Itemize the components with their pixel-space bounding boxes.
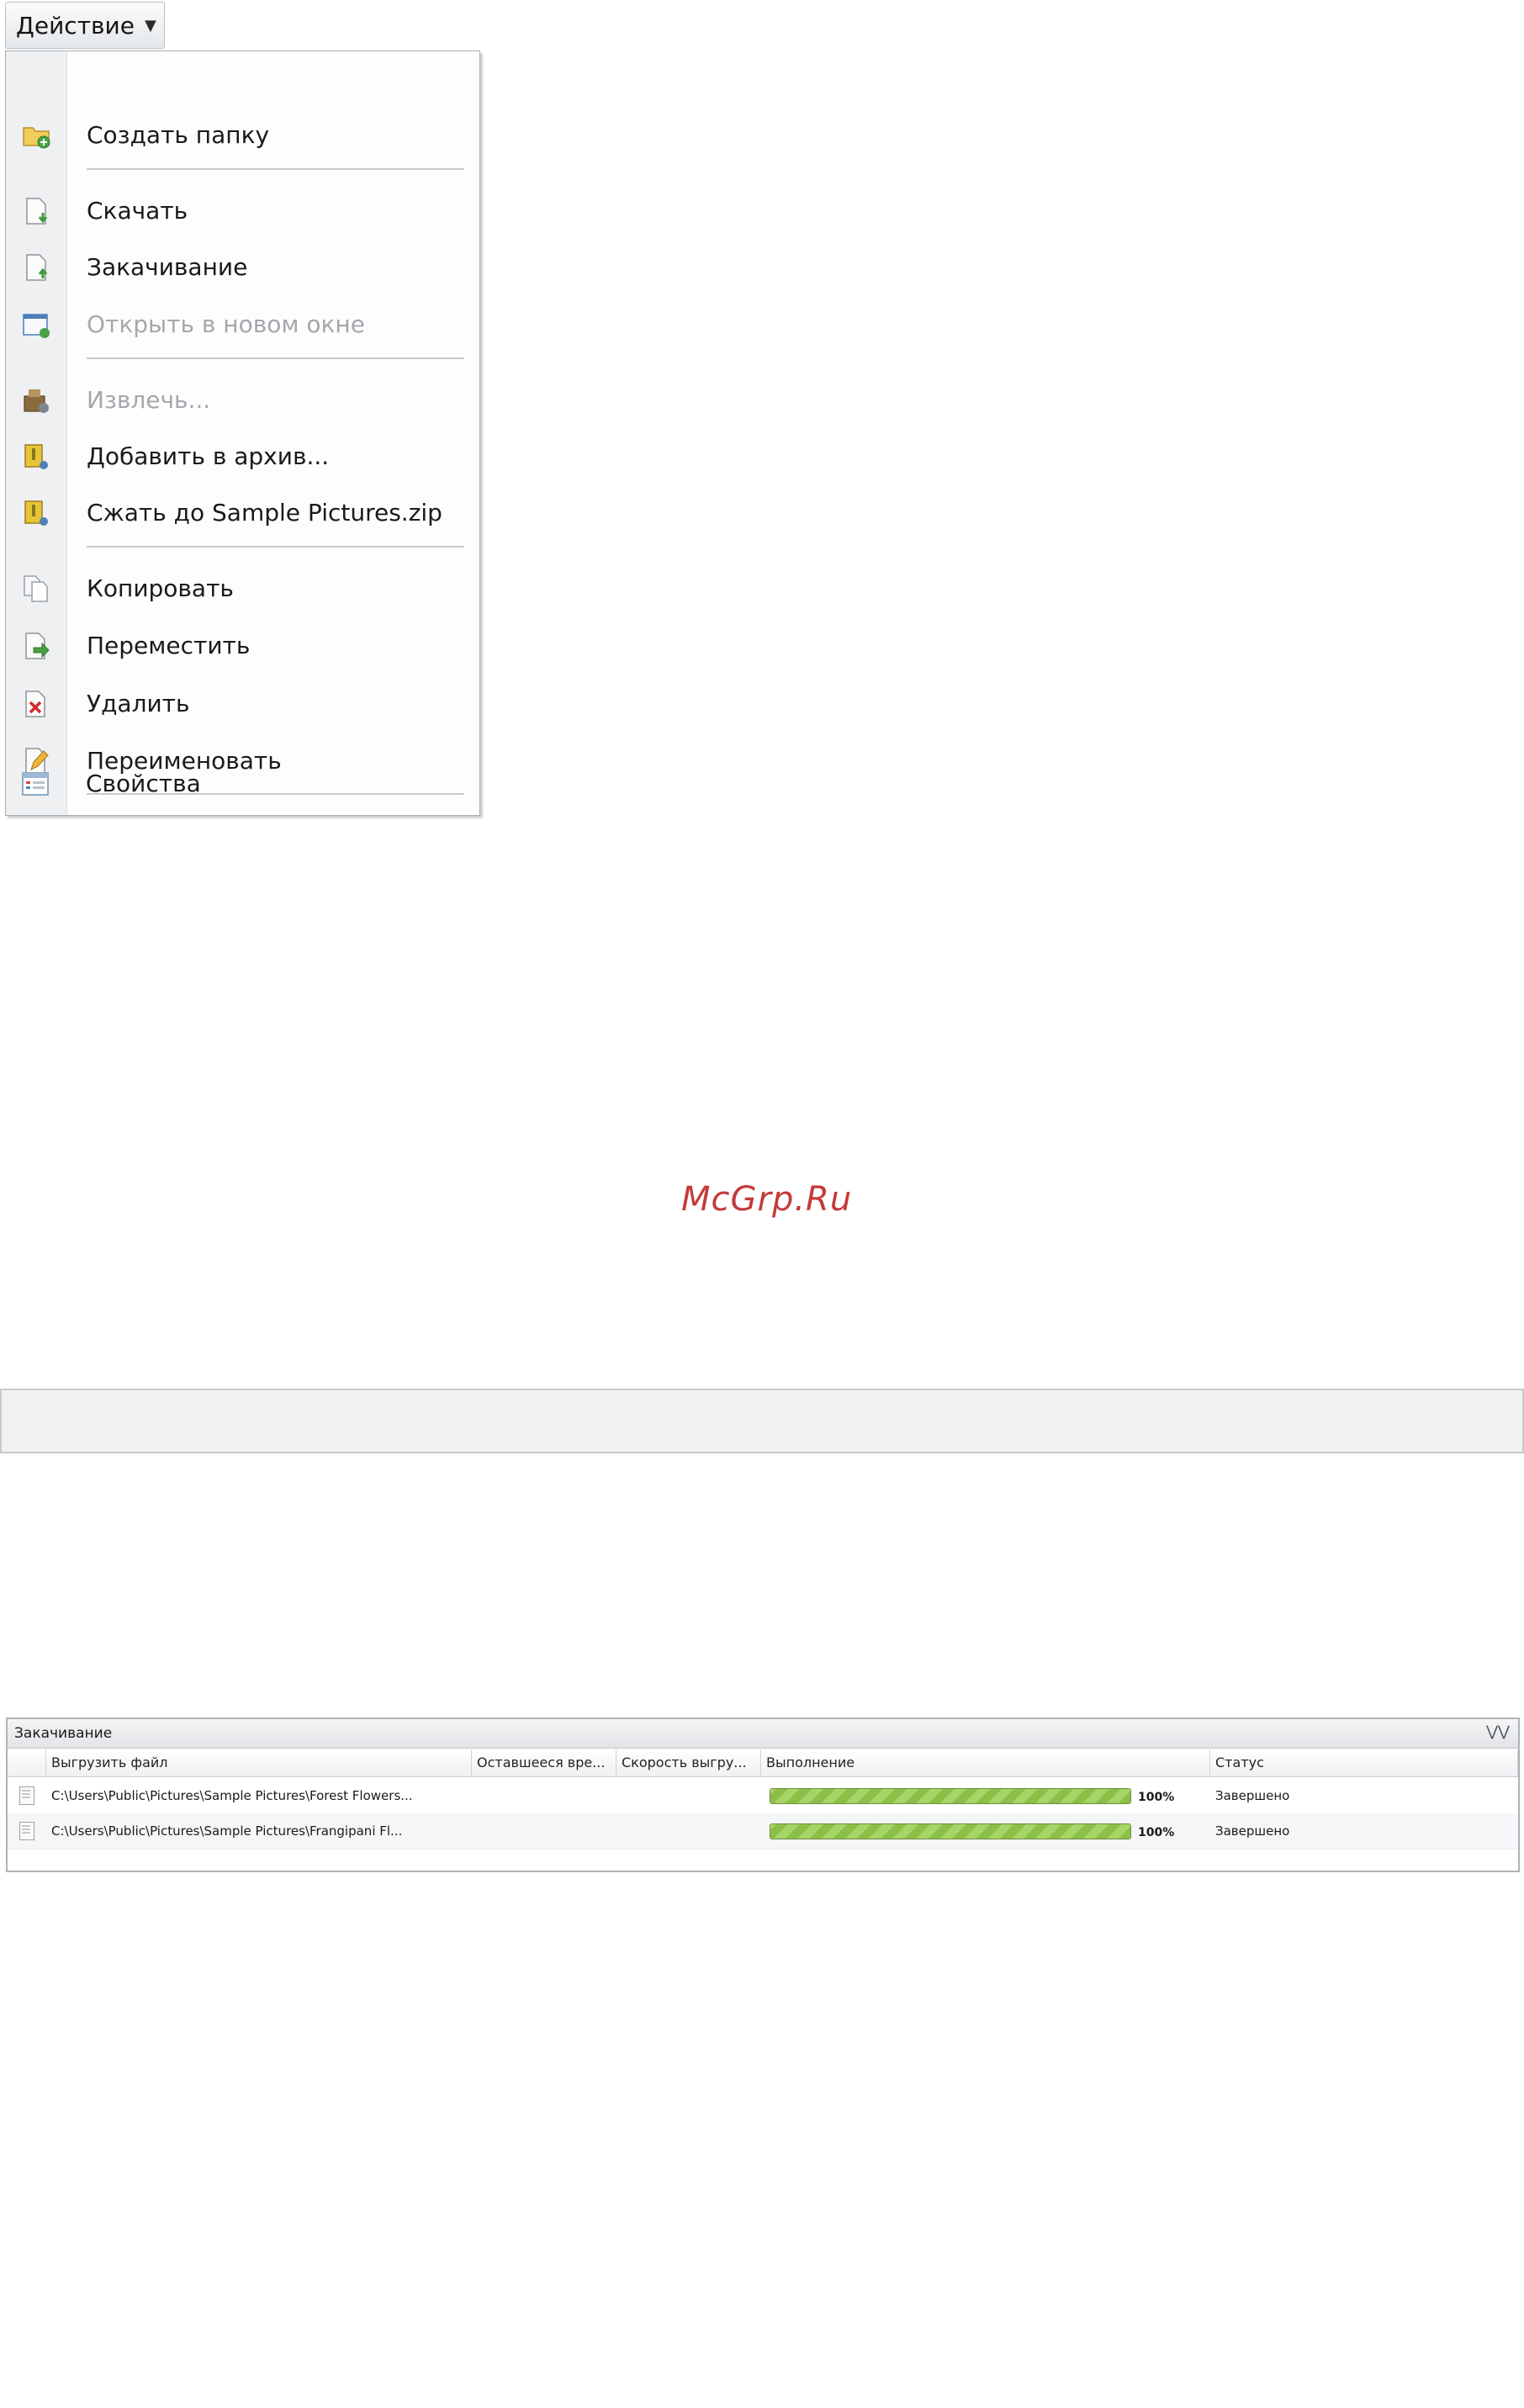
cell-remaining — [472, 1778, 616, 1813]
caret-down-icon: ▼ — [144, 16, 156, 34]
table-row[interactable]: C:\Users\Public\Pictures\Sample Pictures… — [8, 1813, 1518, 1850]
cell-file: C:\Users\Public\Pictures\Sample Pictures… — [51, 1788, 413, 1803]
new-window-icon — [23, 314, 50, 338]
collapse-icon[interactable]: ⋁⋁ — [1486, 1723, 1510, 1740]
menu-item-label: Удалить — [87, 689, 190, 717]
cell-speed — [616, 1778, 761, 1813]
action-menu: Создать папку Скачать Закачивание Открыт… — [5, 50, 480, 816]
grey-bar — [0, 1389, 1524, 1453]
menu-item-extract[interactable]: Извлечь... — [6, 373, 479, 426]
compress-zip-icon — [24, 500, 48, 526]
menu-item-delete[interactable]: Удалить — [6, 677, 479, 729]
upload-panel-title: Закачивание — [14, 1725, 113, 1742]
cell-file: C:\Users\Public\Pictures\Sample Pictures… — [51, 1823, 403, 1839]
column-header-speed[interactable]: Скорость выгру... — [616, 1749, 761, 1776]
menu-item-label: Закачивание — [87, 252, 248, 281]
menu-separator — [87, 168, 464, 170]
cell-progress: 100% — [761, 1778, 1210, 1813]
menu-item-label: Открыть в новом окне — [87, 310, 365, 338]
menu-item-copy[interactable]: Копировать — [6, 562, 479, 614]
progress-fill — [770, 1824, 1130, 1839]
delete-icon — [25, 691, 45, 717]
column-header-icon — [8, 1749, 46, 1776]
menu-item-open-new-window[interactable]: Открыть в новом окне — [6, 298, 479, 350]
menu-item-label: Скачать — [87, 196, 188, 225]
cell-speed — [616, 1813, 761, 1849]
menu-item-label: Извлечь... — [87, 385, 211, 414]
watermark: McGrp.Ru — [681, 1180, 853, 1219]
column-header-progress[interactable]: Выполнение — [761, 1749, 1210, 1776]
menu-separator — [87, 357, 464, 359]
menu-item-label: Сжать до Sample Pictures.zip — [87, 498, 442, 527]
progress-bar — [770, 1788, 1131, 1804]
upload-panel: Закачивание ⋁⋁ Выгрузить файл Оставшееся… — [6, 1717, 1520, 1872]
menu-item-compress-zip[interactable]: Сжать до Sample Pictures.zip — [6, 486, 479, 538]
file-icon — [19, 1786, 34, 1805]
file-icon — [19, 1822, 34, 1840]
menu-item-move[interactable]: Переместить — [6, 619, 479, 671]
cell-progress: 100% — [761, 1813, 1210, 1849]
column-header-status[interactable]: Статус — [1210, 1749, 1518, 1776]
menu-item-create-folder[interactable]: Создать папку — [6, 108, 479, 161]
table-header: Выгрузить файл Оставшееся вре... Скорост… — [8, 1749, 1518, 1777]
menu-item-label: Добавить в архив... — [87, 442, 330, 470]
menu-item-label: Переместить — [87, 631, 251, 659]
upload-panel-header: Закачивание ⋁⋁ — [8, 1719, 1518, 1749]
properties-icon — [22, 772, 49, 796]
menu-separator — [87, 546, 464, 548]
move-icon — [25, 632, 50, 659]
cell-remaining — [472, 1813, 616, 1849]
menu-item-label: Создать папку — [87, 120, 270, 149]
action-dropdown-button[interactable]: Действие ▼ — [5, 2, 165, 49]
upload-icon — [26, 254, 48, 281]
menu-item-upload[interactable]: Закачивание — [6, 241, 479, 293]
download-icon — [26, 198, 48, 225]
column-header-file[interactable]: Выгрузить файл — [46, 1749, 472, 1776]
progress-percent: 100% — [1138, 1791, 1175, 1804]
menu-item-properties[interactable]: Свойства — [5, 757, 480, 809]
action-button-label: Действие — [16, 11, 135, 40]
progress-bar — [770, 1823, 1131, 1839]
copy-icon — [24, 575, 48, 602]
new-folder-icon — [23, 127, 50, 149]
column-header-remaining[interactable]: Оставшееся вре... — [472, 1749, 616, 1776]
progress-fill — [770, 1789, 1130, 1803]
menu-item-add-archive[interactable]: Добавить в архив... — [6, 430, 479, 482]
table-row[interactable]: C:\Users\Public\Pictures\Sample Pictures… — [8, 1778, 1518, 1814]
cell-status: Завершено — [1215, 1788, 1290, 1803]
menu-item-label: Свойства — [86, 769, 201, 797]
menu-item-download[interactable]: Скачать — [6, 184, 479, 236]
progress-percent: 100% — [1138, 1826, 1175, 1839]
cell-status: Завершено — [1215, 1823, 1290, 1839]
extract-icon — [24, 389, 49, 413]
menu-item-label: Копировать — [87, 574, 234, 602]
add-archive-icon — [24, 444, 48, 469]
